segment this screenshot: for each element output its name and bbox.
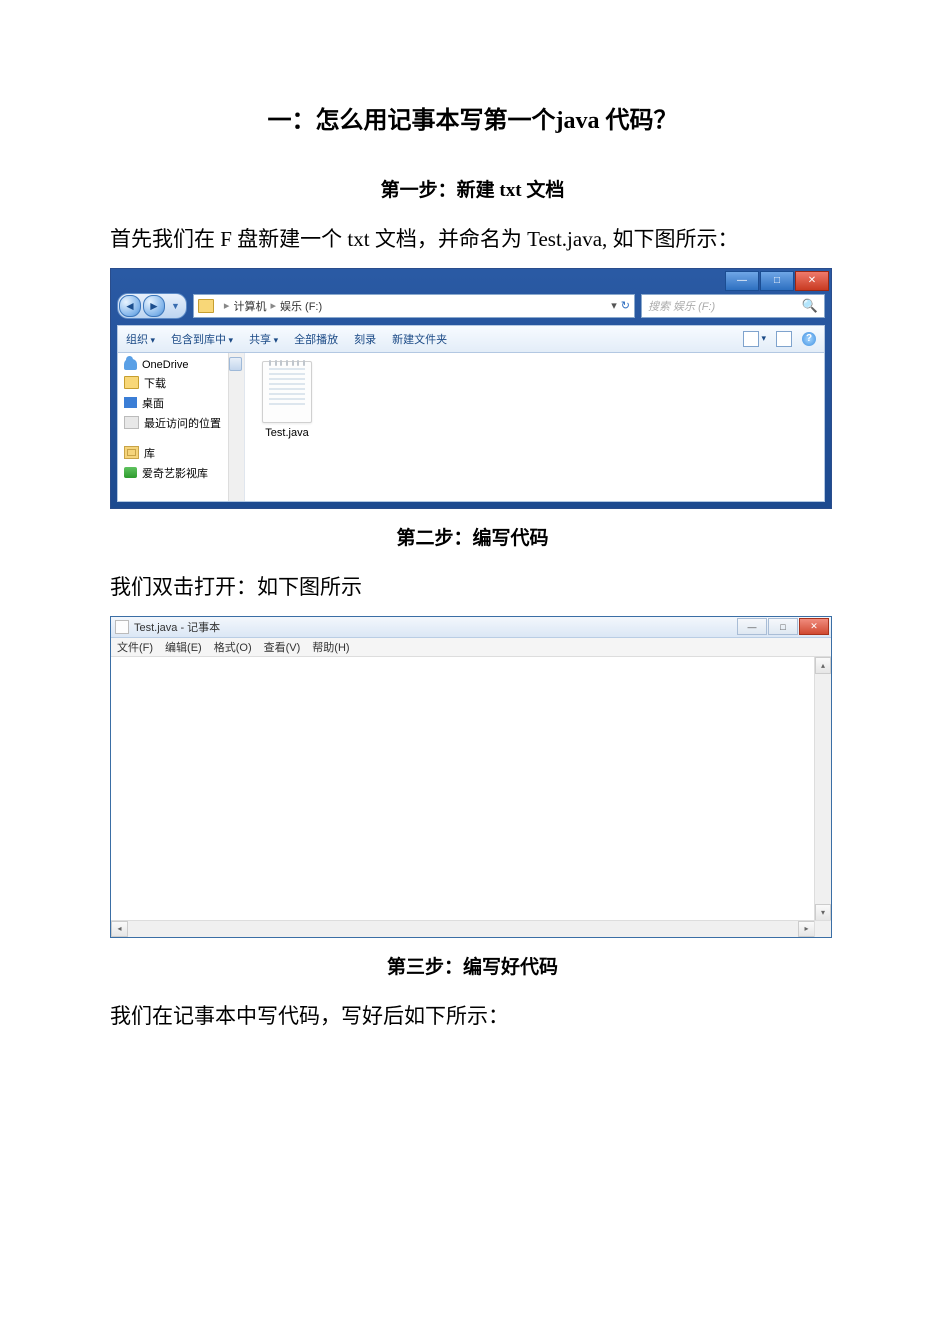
resize-grip-icon[interactable] (814, 920, 831, 937)
menu-edit[interactable]: 编辑(E) (165, 639, 202, 655)
document-page: 一：怎么用记事本写第一个java 代码？ 第一步：新建 txt 文档 首先我们在… (0, 0, 945, 1125)
file-item-test-java[interactable]: Test.java (251, 361, 323, 439)
minimize-button[interactable]: — (725, 271, 759, 291)
toolbar-new-folder[interactable]: 新建文件夹 (392, 331, 447, 347)
file-label: Test.java (251, 427, 323, 439)
notepad-menubar: 文件(F) 编辑(E) 格式(O) 查看(V) 帮助(H) (111, 638, 831, 657)
menu-format[interactable]: 格式(O) (214, 639, 252, 655)
menu-view[interactable]: 查看(V) (264, 639, 301, 655)
sidebar-item-recent[interactable]: 最近访问的位置 (120, 413, 242, 433)
notepad-app-icon (115, 620, 129, 634)
nav-back-forward[interactable]: ◄ ► ▼ (117, 293, 187, 319)
horizontal-scrollbar[interactable]: ◂ ▸ (111, 920, 831, 937)
sidebar-label: 爱奇艺影视库 (142, 465, 208, 481)
sidebar-item-downloads[interactable]: 下载 (120, 373, 242, 393)
scroll-up-icon[interactable]: ▴ (815, 657, 831, 674)
menu-help[interactable]: 帮助(H) (312, 639, 349, 655)
search-placeholder: 搜索 娱乐 (F:) (648, 298, 715, 314)
step2-paragraph: 我们双击打开：如下图所示 (110, 568, 835, 608)
library-icon (124, 446, 139, 459)
search-input[interactable]: 搜索 娱乐 (F:) 🔍 (641, 294, 825, 318)
refresh-icon[interactable]: ↻ (621, 299, 630, 312)
sidebar-item-desktop[interactable]: 桌面 (120, 393, 242, 413)
forward-icon[interactable]: ► (143, 295, 165, 317)
explorer-titlebar: — □ ✕ (111, 269, 831, 293)
notepad-window: Test.java - 记事本 — □ ✕ 文件(F) 编辑(E) 格式(O) … (110, 616, 832, 938)
explorer-toolbar: 组织 包含到库中 共享 全部播放 刻录 新建文件夹 ? (117, 325, 825, 353)
notepad-titlebar: Test.java - 记事本 — □ ✕ (111, 617, 831, 638)
drive-icon (198, 299, 214, 313)
maximize-button[interactable]: □ (768, 618, 798, 635)
scroll-right-icon[interactable]: ▸ (798, 921, 815, 937)
maximize-button[interactable]: □ (760, 271, 794, 291)
menu-file[interactable]: 文件(F) (117, 639, 153, 655)
preview-pane-icon[interactable] (776, 331, 792, 347)
chevron-down-icon[interactable]: ▾ (611, 299, 617, 312)
breadcrumb-seg-1[interactable]: 计算机 (233, 298, 266, 314)
sidebar-label: 库 (144, 445, 155, 461)
toolbar-include[interactable]: 包含到库中 (171, 331, 233, 347)
view-options-button[interactable] (743, 331, 766, 347)
step3-paragraph: 我们在记事本中写代码，写好后如下所示： (110, 997, 835, 1037)
explorer-window: — □ ✕ ◄ ► ▼ ▸ 计算机 ▸ 娱乐 (F:) ▾ ↻ (110, 268, 832, 509)
sidebar-label: 最近访问的位置 (144, 415, 221, 431)
explorer-file-pane[interactable]: Test.java (245, 353, 824, 501)
scroll-left-icon[interactable]: ◂ (111, 921, 128, 937)
close-button[interactable]: ✕ (799, 618, 829, 635)
explorer-sidebar: OneDrive 下载 桌面 最近访问的位置 库 爱奇艺影视库 (118, 353, 245, 501)
notepad-text-area[interactable]: ▴ ▾ ◂ ▸ (111, 657, 831, 937)
sidebar-item-libraries[interactable]: 库 (120, 443, 242, 463)
step1-paragraph: 首先我们在 F 盘新建一个 txt 文档，并命名为 Test.java, 如下图… (110, 220, 835, 260)
search-icon[interactable]: 🔍 (802, 298, 818, 314)
back-icon[interactable]: ◄ (119, 295, 141, 317)
cloud-icon (124, 359, 137, 370)
step1-heading: 第一步：新建 txt 文档 (110, 175, 835, 202)
explorer-content: OneDrive 下载 桌面 最近访问的位置 库 爱奇艺影视库 Test.jav… (117, 353, 825, 502)
view-mode-icon (743, 331, 759, 347)
history-chevron-icon[interactable]: ▼ (171, 301, 180, 311)
help-icon[interactable]: ? (802, 332, 816, 346)
sidebar-item-iqiyi[interactable]: 爱奇艺影视库 (120, 463, 242, 483)
minimize-button[interactable]: — (737, 618, 767, 635)
doc-title: 一：怎么用记事本写第一个java 代码？ (110, 100, 835, 135)
sidebar-label: OneDrive (142, 359, 188, 371)
sidebar-scrollbar[interactable] (228, 353, 244, 501)
close-button[interactable]: ✕ (795, 271, 829, 291)
breadcrumb-seg-2[interactable]: 娱乐 (F:) (280, 298, 322, 314)
text-file-icon (262, 361, 312, 423)
folder-icon (124, 376, 139, 389)
toolbar-playall[interactable]: 全部播放 (294, 331, 338, 347)
sidebar-label: 桌面 (142, 395, 164, 411)
toolbar-share[interactable]: 共享 (249, 331, 278, 347)
address-bar[interactable]: ▸ 计算机 ▸ 娱乐 (F:) ▾ ↻ (193, 294, 635, 318)
sidebar-scroll-thumb[interactable] (229, 357, 242, 371)
sidebar-item-onedrive[interactable]: OneDrive (120, 357, 242, 373)
step3-heading: 第三步：编写好代码 (110, 952, 835, 979)
recent-icon (124, 416, 139, 429)
iqiyi-icon (124, 467, 137, 478)
scroll-down-icon[interactable]: ▾ (815, 904, 831, 921)
explorer-navbar: ◄ ► ▼ ▸ 计算机 ▸ 娱乐 (F:) ▾ ↻ 搜索 娱乐 (F:) 🔍 (117, 293, 825, 319)
toolbar-burn[interactable]: 刻录 (354, 331, 376, 347)
toolbar-organize[interactable]: 组织 (126, 331, 155, 347)
vertical-scrollbar[interactable]: ▴ ▾ (814, 657, 831, 921)
notepad-title-text: Test.java - 记事本 (134, 619, 220, 635)
step2-heading: 第二步：编写代码 (110, 523, 835, 550)
sidebar-label: 下载 (144, 375, 166, 391)
desktop-icon (124, 397, 137, 408)
